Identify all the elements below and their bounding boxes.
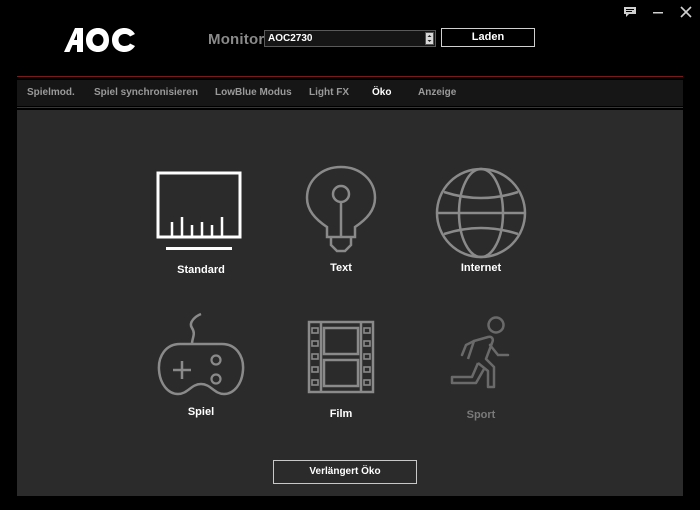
minimize-icon[interactable] — [650, 4, 666, 20]
mode-text[interactable]: Text — [281, 165, 401, 274]
divider-bottom — [17, 107, 683, 108]
tab-spiel-synchronisieren[interactable]: Spiel synchronisieren — [94, 87, 198, 98]
standard-icon — [156, 171, 242, 250]
load-button[interactable]: Laden — [441, 28, 535, 47]
eco-mode-panel: Standard Text Internet Spiel Film Sport … — [17, 110, 683, 496]
close-icon[interactable] — [678, 4, 694, 20]
mode-text-label: Text — [330, 262, 352, 274]
extended-eco-button[interactable]: Verlängert Öko — [273, 460, 417, 484]
monitor-selected-value: AOC2730 — [268, 33, 313, 44]
aoc-logo — [64, 27, 136, 53]
app-window: Monitor AOC2730 Laden Spielmod. Spiel sy… — [0, 0, 700, 510]
mode-standard[interactable]: Standard — [141, 170, 261, 276]
mode-film-label: Film — [329, 408, 353, 420]
tab-oeko[interactable]: Öko — [372, 87, 391, 98]
mode-film[interactable]: Film — [281, 320, 401, 420]
mode-spiel[interactable]: Spiel — [141, 310, 261, 418]
window-controls — [622, 4, 694, 20]
film-icon — [307, 320, 375, 394]
tab-spielmod[interactable]: Spielmod. — [27, 87, 75, 98]
mode-spiel-label: Spiel — [187, 406, 215, 418]
mode-sport[interactable]: Sport — [421, 315, 541, 421]
mode-internet[interactable]: Internet — [421, 166, 541, 274]
mode-sport-label: Sport — [466, 409, 496, 421]
monitor-label: Monitor — [208, 31, 265, 48]
tab-bar: Spielmod. Spiel synchronisieren LowBlue … — [17, 80, 683, 106]
globe-icon — [435, 167, 527, 259]
feedback-icon[interactable] — [622, 4, 638, 20]
mode-internet-label: Internet — [460, 262, 502, 274]
mode-standard-label: Standard — [177, 264, 225, 276]
chevron-down-icon[interactable] — [425, 32, 434, 45]
monitor-dropdown[interactable]: AOC2730 — [264, 30, 436, 47]
tab-anzeige[interactable]: Anzeige — [418, 87, 456, 98]
tab-light-fx[interactable]: Light FX — [309, 87, 349, 98]
divider-top — [17, 76, 683, 77]
lightbulb-icon — [305, 165, 377, 253]
tab-lowblue-modus[interactable]: LowBlue Modus — [215, 87, 292, 98]
gamepad-icon — [157, 312, 245, 396]
runner-icon — [450, 316, 510, 389]
